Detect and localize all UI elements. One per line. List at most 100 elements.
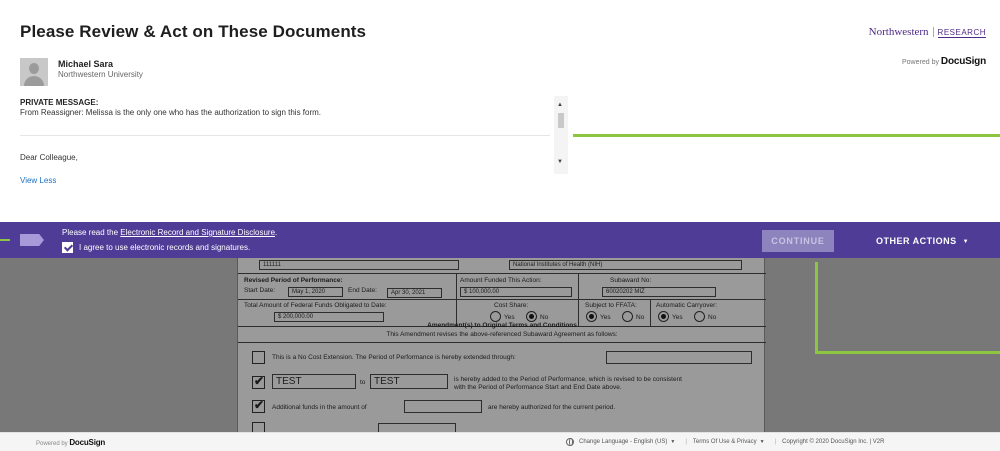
amendment-title: Amendment(s) to Original Terms and Condi… [427, 322, 577, 329]
total-federal-label: Total Amount of Federal Funds Obligated … [244, 302, 387, 309]
other-actions-label[interactable]: OTHER ACTIONS [876, 236, 957, 246]
period-to-label: to [360, 379, 366, 386]
northwestern-research-logo: Northwestern RESEARCH [869, 26, 986, 38]
amendment-subtitle: This Amendment revises the above-referen… [386, 331, 618, 338]
brand-name: Northwestern [868, 26, 929, 38]
amount-funded-field: $ 100,000.00 [460, 287, 572, 297]
total-federal-field: $ 200,000.00 [274, 312, 384, 322]
scrollbar-thumb[interactable] [558, 113, 564, 128]
cost-share-yes-radio [490, 311, 501, 322]
continue-button[interactable]: CONTINUE [762, 230, 834, 252]
ffata-no-radio [622, 311, 633, 322]
period-added-text-2: with the Period of Performance Start and… [454, 384, 622, 391]
nce-text: This is a No Cost Extension. The Period … [272, 354, 516, 361]
page-title: Please Review & Act on These Documents [20, 22, 367, 41]
carryover-no-radio [694, 311, 705, 322]
scroll-up-icon[interactable]: ▲ [557, 102, 563, 108]
agree-checkbox[interactable] [62, 241, 73, 253]
agree-label[interactable]: I agree to use electronic records and si… [79, 243, 250, 252]
scroll-down-icon[interactable]: ▼ [557, 159, 563, 165]
sender-organization: Northwestern University [58, 70, 143, 79]
end-date-field: Apr 30, 2021 [387, 288, 442, 298]
funds-text-2: are hereby authorized for the current pe… [488, 404, 616, 411]
avatar-person-icon [29, 63, 39, 74]
footer-links: Change Language - English (US) ▼ | Terms… [566, 438, 884, 446]
nce-checkbox [252, 351, 265, 364]
callout-line-vertical [815, 262, 818, 354]
message-scrollbar[interactable]: ▲ ▼ [554, 96, 568, 174]
footer-docusign-logo: DocuSign [69, 438, 106, 447]
cost-share-no-label: No [540, 314, 549, 321]
chevron-down-icon[interactable]: ▼ [760, 439, 765, 445]
docusign-logo: DocuSign [940, 56, 986, 67]
globe-icon [566, 438, 574, 446]
project-number-field: 111111 [259, 260, 459, 270]
period-added-text-1: is hereby added to the Period of Perform… [454, 376, 682, 383]
review-header: Please Review & Act on These Documents N… [0, 0, 1000, 222]
document-viewer[interactable]: 111111 National Institutes of Health (NI… [0, 258, 1000, 432]
private-message-label: PRIVATE MESSAGE: [20, 98, 99, 107]
nce-date-field [606, 351, 752, 364]
disclosure-link[interactable]: Electronic Record and Signature Disclosu… [120, 228, 275, 237]
agree-row[interactable]: I agree to use electronic records and si… [62, 241, 250, 253]
carryover-label: Automatic Carryover: [656, 302, 718, 309]
other-actions-menu[interactable]: OTHER ACTIONS ▼ [876, 230, 969, 252]
next-row-checkbox [252, 422, 265, 432]
callout-line [573, 134, 1000, 137]
chevron-down-icon[interactable]: ▼ [963, 239, 969, 245]
powered-by-docusign: Powered by DocuSign [902, 56, 986, 67]
subaward-no-field: 60020202 MIZ [602, 287, 716, 297]
cost-share-no-radio [526, 311, 537, 322]
footer: Powered by DocuSign Change Language - En… [0, 432, 1000, 451]
funds-text-1: Additional funds in the amount of [272, 404, 367, 411]
callout-marker [0, 239, 10, 241]
checkmark-icon: ✔ [254, 398, 265, 412]
carryover-yes-label: Yes [672, 314, 683, 321]
sender-name: Michael Sara [58, 59, 114, 69]
start-date-field: May 1, 2020 [288, 287, 343, 297]
disclosure-suffix: . [275, 228, 278, 237]
terms-link[interactable]: Terms Of Use & Privacy [693, 439, 757, 445]
sender-avatar [20, 58, 48, 86]
private-message-panel[interactable]: PRIVATE MESSAGE: From Reassigner: Meliss… [20, 96, 568, 174]
carryover-no-label: No [708, 314, 717, 321]
message-divider [20, 135, 550, 136]
copyright-text: Copyright © 2020 DocuSign Inc. | V2R [782, 439, 885, 445]
footer-powered-prefix: Powered by [36, 441, 68, 447]
period-start-field: TEST [272, 374, 356, 389]
private-message-text: From Reassigner: Melissa is the only one… [20, 108, 322, 117]
ffata-label: Subject to FFATA: [585, 302, 637, 309]
change-language-link[interactable]: Change Language - English (US) [579, 439, 667, 445]
period-end-field: TEST [370, 374, 448, 389]
message-greeting: Dear Colleague, [20, 153, 78, 162]
subaward-no-label: Subaward No: [610, 277, 652, 284]
next-row-field [378, 423, 456, 432]
funds-amount-field [404, 400, 482, 413]
callout-line-lower [815, 351, 1000, 354]
chevron-down-icon[interactable]: ▼ [670, 439, 675, 445]
funds-checkbox: ✔ [252, 398, 265, 413]
start-tag-icon [20, 234, 44, 246]
end-date-label: End Date: [348, 287, 377, 294]
ffata-no-label: No [636, 314, 645, 321]
sponsor-field: National Institutes of Health (NIH) [509, 260, 742, 270]
document-page: 111111 National Institutes of Health (NI… [237, 258, 766, 432]
revised-period-label: Revised Period of Performance: [244, 277, 343, 284]
view-less-link[interactable]: View Less [20, 176, 56, 185]
cost-share-label: Cost Share: [494, 302, 529, 309]
ffata-yes-radio [586, 311, 597, 322]
amount-funded-label: Amount Funded This Action: [460, 277, 542, 284]
brand-divider [932, 27, 934, 38]
ffata-yes-label: Yes [600, 314, 611, 321]
cost-share-yes-label: Yes [504, 314, 515, 321]
period-checkbox: ✔ [252, 374, 265, 389]
start-date-label: Start Date: [244, 287, 276, 294]
carryover-yes-radio [658, 311, 669, 322]
disclosure-notice: Please read the Electronic Record and Si… [62, 228, 277, 237]
powered-by-prefix: Powered by [902, 59, 939, 66]
checkmark-icon: ✔ [254, 374, 265, 388]
disclosure-prefix: Please read the [62, 228, 119, 237]
signing-action-bar: Please read the Electronic Record and Si… [0, 222, 1000, 258]
brand-sub: RESEARCH [937, 28, 986, 38]
footer-powered-by: Powered by DocuSign [36, 438, 105, 447]
